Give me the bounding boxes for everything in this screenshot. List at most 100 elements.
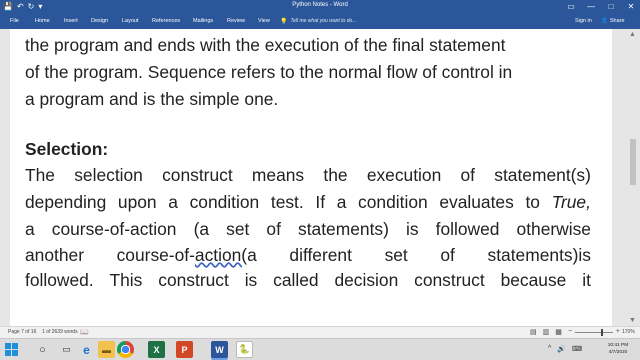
tab-file[interactable]: File [10, 13, 19, 29]
grammar-flagged-text[interactable]: action( [195, 245, 247, 265]
word: a [168, 192, 178, 212]
word: test. [270, 192, 304, 212]
keyboard-icon[interactable]: ⌨ [572, 345, 582, 353]
zoom-out-icon[interactable]: − [568, 328, 572, 335]
word: a [25, 219, 35, 239]
word: because [500, 270, 567, 290]
scroll-down-icon[interactable]: ▼ [629, 317, 636, 324]
python-icon[interactable]: 🐍 [236, 341, 253, 358]
tab-design[interactable]: Design [91, 13, 108, 29]
tab-layout[interactable]: Layout [122, 13, 139, 29]
tab-mailings[interactable]: Mailings [193, 13, 213, 29]
scrollbar-thumb[interactable] [630, 139, 636, 185]
word: upon [117, 192, 157, 212]
show-hidden-icons-icon[interactable]: ^ [548, 345, 551, 353]
word: condition [189, 192, 260, 212]
clock[interactable]: 10:41 PM 4/7/2020 [598, 342, 638, 356]
zoom-level[interactable]: 170% [622, 329, 635, 335]
word: evaluates [439, 192, 514, 212]
file-explorer-icon[interactable]: ▬ [98, 341, 115, 358]
word: of [266, 219, 281, 239]
word-icon[interactable]: W [211, 341, 228, 358]
clock-date: 4/7/2020 [608, 350, 628, 355]
internet-explorer-icon[interactable]: e [78, 341, 95, 358]
word: another [25, 245, 84, 265]
word: means [251, 165, 305, 185]
word: statements) [298, 219, 389, 239]
document-area: the program and ends with the execution … [0, 29, 640, 326]
task-view-icon[interactable]: ▭ [58, 341, 75, 358]
word: to [525, 192, 540, 212]
system-tray: ^ 🔊 ⌨ [548, 345, 582, 353]
word: This [109, 270, 143, 290]
web-layout-icon[interactable]: ▦ [555, 328, 562, 336]
word: of [460, 165, 476, 185]
word: course-of-action [51, 219, 177, 239]
tab-insert[interactable]: Insert [64, 13, 78, 29]
vertical-scrollbar[interactable]: ▲ ▼ [626, 29, 640, 326]
lightbulb-icon: 💡 [280, 18, 288, 25]
word: (a [193, 219, 210, 239]
body-line-1: the program and ends with the execution … [25, 35, 506, 55]
minimize-button[interactable]: — [586, 1, 596, 12]
window-controls: ▭ — □ ✕ [566, 1, 636, 12]
zoom-in-icon[interactable]: + [616, 328, 620, 335]
taskbar: ○ ▭ e ▬ X P W 🐍 ^ 🔊 ⌨ 10:41 PM 4/7/2020 [0, 338, 640, 360]
body-line-8: another course-of-action(a different set… [25, 245, 591, 266]
word: set [384, 245, 408, 265]
windows-start-icon[interactable] [5, 343, 19, 357]
word-group: course-of-action(a [117, 245, 257, 266]
tab-references[interactable]: References [152, 13, 180, 29]
window-title: Python Notes - Word [292, 2, 348, 8]
proofing-icon[interactable]: 📖 [80, 328, 89, 336]
word: course-of- [116, 245, 195, 265]
tell-me-placeholder: Tell me what you want to do... [290, 18, 357, 24]
word: is [244, 270, 258, 290]
page-count[interactable]: Page 7 of 16 [8, 329, 36, 335]
word: statement(s) [494, 165, 591, 185]
word: called [273, 270, 319, 290]
zoom-handle[interactable] [600, 329, 603, 336]
word-count[interactable]: 1 of 2639 words [42, 329, 78, 335]
body-line-7: a course-of-action (a set of statements)… [25, 219, 591, 240]
italic-true-word: True, [551, 192, 591, 212]
ribbon-display-options-icon[interactable]: ▭ [566, 1, 576, 12]
word: is [405, 219, 419, 239]
zoom-track[interactable] [575, 332, 613, 333]
word: set [226, 219, 250, 239]
person-icon: 👤 [601, 18, 608, 24]
volume-icon[interactable]: 🔊 [557, 345, 566, 353]
zoom-slider[interactable]: − + [568, 328, 620, 337]
word: selection [74, 165, 143, 185]
sign-in-link[interactable]: Sign in [575, 13, 592, 29]
document-page[interactable]: the program and ends with the execution … [10, 29, 612, 326]
word: depending [25, 192, 107, 212]
tab-home[interactable]: Home [35, 13, 50, 29]
body-line-6: depending upon a condition test. If a co… [25, 192, 591, 213]
tab-view[interactable]: View [258, 13, 270, 29]
word: followed. [25, 270, 94, 290]
selection-heading: Selection: [25, 139, 109, 159]
word: construct [158, 270, 229, 290]
read-mode-icon[interactable]: ▤ [530, 328, 537, 336]
word: execution [366, 165, 442, 185]
word: otherwise [516, 219, 591, 239]
chrome-icon[interactable] [117, 341, 134, 358]
share-label: Share [609, 18, 625, 24]
search-icon[interactable]: ○ [34, 341, 51, 358]
title-bar: 💾 ↶ ↻ ▾ Python Notes - Word ▭ — □ ✕ [0, 0, 640, 13]
maximize-button[interactable]: □ [606, 1, 616, 12]
powerpoint-icon[interactable]: P [176, 341, 193, 358]
word: condition [358, 192, 428, 212]
tell-me-box[interactable]: 💡 Tell me what you want to do... [280, 13, 356, 29]
word: a [336, 192, 347, 212]
word: different [289, 245, 352, 265]
word: construct [414, 270, 485, 290]
scroll-up-icon[interactable]: ▲ [629, 31, 636, 38]
share-button[interactable]: 👤 Share [601, 13, 625, 29]
print-layout-icon[interactable]: ▥ [543, 328, 550, 336]
body-line-3: a program and is the simple one. [25, 89, 279, 109]
close-button[interactable]: ✕ [626, 1, 636, 12]
tab-review[interactable]: Review [227, 13, 245, 29]
excel-icon[interactable]: X [148, 341, 165, 358]
